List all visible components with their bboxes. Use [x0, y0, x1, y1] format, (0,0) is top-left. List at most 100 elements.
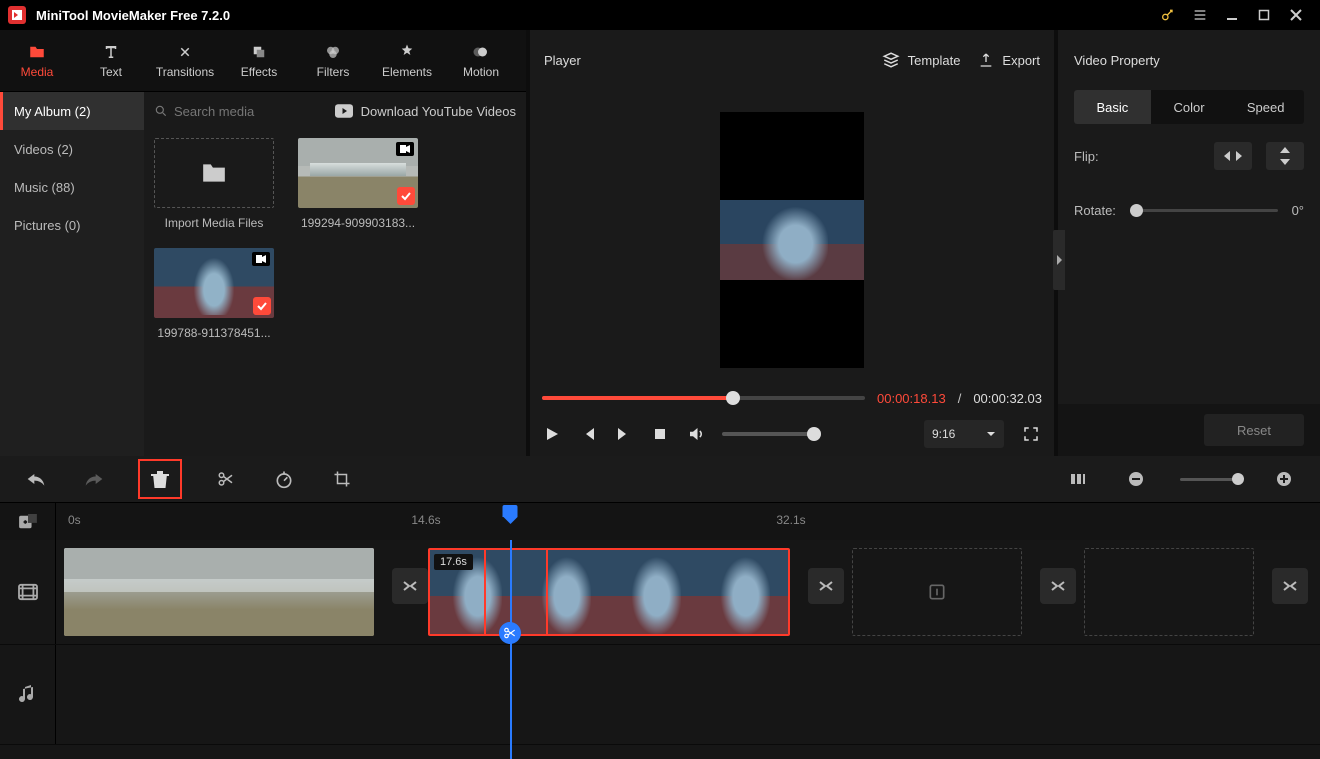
video-track-icon[interactable]: [0, 540, 56, 644]
tab-media[interactable]: Media: [0, 30, 74, 91]
export-button[interactable]: Export: [978, 52, 1040, 68]
panel-collapse-button[interactable]: [1053, 230, 1065, 290]
clip-duration-badge: 17.6s: [434, 554, 473, 570]
rotate-label: Rotate:: [1074, 203, 1116, 218]
sidebar-item-music[interactable]: Music (88): [0, 168, 144, 206]
preview-viewport[interactable]: [720, 112, 864, 368]
property-title: Video Property: [1058, 30, 1320, 90]
playhead-marker[interactable]: [503, 505, 518, 524]
rotate-value: 0°: [1292, 203, 1304, 218]
volume-slider[interactable]: [722, 432, 818, 436]
template-label: Template: [908, 53, 961, 68]
audio-track-icon[interactable]: [0, 645, 56, 744]
zoom-slider[interactable]: [1180, 478, 1240, 481]
tab-motion[interactable]: Motion: [444, 30, 518, 91]
media-item-1[interactable]: 199294-909903183...: [298, 138, 418, 230]
sidebar-item-videos[interactable]: Videos (2): [0, 130, 144, 168]
minimize-button[interactable]: [1216, 0, 1248, 30]
transition-slot-3[interactable]: [1040, 568, 1076, 604]
aspect-value: 9:16: [932, 427, 955, 441]
media-caption: 199788-911378451...: [154, 326, 274, 340]
tab-filters-label: Filters: [317, 65, 350, 79]
media-panel: Media Text Transitions Effects Filters E…: [0, 30, 530, 456]
property-tab-color[interactable]: Color: [1151, 90, 1228, 124]
menu-icon[interactable]: [1184, 0, 1216, 30]
time-duration: 00:00:32.03: [973, 391, 1042, 406]
prev-frame-button[interactable]: [578, 424, 598, 444]
check-icon: [253, 297, 271, 315]
tab-text-label: Text: [100, 65, 122, 79]
playback-scrubber[interactable]: [542, 396, 865, 400]
add-track-icon[interactable]: [0, 503, 56, 540]
timeline-tracks: 17.6s: [0, 540, 1320, 759]
media-thumbnail: [298, 138, 418, 208]
aspect-ratio-select[interactable]: 9:16: [924, 420, 1004, 448]
rotate-slider[interactable]: [1130, 209, 1278, 212]
flip-horizontal-button[interactable]: [1214, 142, 1252, 170]
preview-stage: [530, 90, 1054, 384]
fullscreen-button[interactable]: [1020, 423, 1042, 445]
media-caption: 199294-909903183...: [298, 216, 418, 230]
zoom-out-button[interactable]: [1122, 465, 1150, 493]
ruler-label: 32.1s: [776, 513, 805, 527]
template-button[interactable]: Template: [882, 51, 961, 69]
download-youtube-label: Download YouTube Videos: [361, 104, 516, 119]
tab-elements[interactable]: Elements: [370, 30, 444, 91]
download-youtube-button[interactable]: Download YouTube Videos: [335, 104, 516, 119]
crop-button[interactable]: [328, 465, 356, 493]
transition-slot-4[interactable]: [1272, 568, 1308, 604]
next-frame-button[interactable]: [614, 424, 634, 444]
playhead-line[interactable]: [510, 540, 512, 759]
stop-button[interactable]: [650, 424, 670, 444]
speed-button[interactable]: [270, 465, 298, 493]
timeline-clip-1[interactable]: [64, 548, 374, 636]
sidebar-item-pictures[interactable]: Pictures (0): [0, 206, 144, 244]
license-key-icon[interactable]: [1152, 0, 1184, 30]
property-tab-speed[interactable]: Speed: [1227, 90, 1304, 124]
check-icon: [397, 187, 415, 205]
fit-to-screen-button[interactable]: [1064, 465, 1092, 493]
clip-placeholder[interactable]: [1084, 548, 1254, 636]
delete-button[interactable]: [138, 459, 182, 499]
tab-text[interactable]: Text: [74, 30, 148, 91]
zoom-in-button[interactable]: [1270, 465, 1298, 493]
reset-button[interactable]: Reset: [1204, 414, 1304, 446]
undo-button[interactable]: [22, 465, 50, 493]
redo-button[interactable]: [80, 465, 108, 493]
tab-motion-label: Motion: [463, 65, 499, 79]
close-button[interactable]: [1280, 0, 1312, 30]
volume-icon[interactable]: [686, 424, 706, 444]
tab-elements-label: Elements: [382, 65, 432, 79]
flip-label: Flip:: [1074, 149, 1099, 164]
time-separator: /: [958, 391, 962, 406]
sidebar-item-my-album[interactable]: My Album (2): [0, 92, 144, 130]
media-topbar: Download YouTube Videos: [144, 92, 526, 130]
tab-filters[interactable]: Filters: [296, 30, 370, 91]
audio-track: [0, 645, 1320, 745]
ruler-label: 14.6s: [411, 513, 440, 527]
tool-tabs: Media Text Transitions Effects Filters E…: [0, 30, 526, 92]
transition-slot-1[interactable]: [392, 568, 428, 604]
maximize-button[interactable]: [1248, 0, 1280, 30]
transition-slot-2[interactable]: [808, 568, 844, 604]
video-badge-icon: [396, 142, 414, 156]
app-title: MiniTool MovieMaker Free 7.2.0: [36, 8, 230, 23]
tab-transitions[interactable]: Transitions: [148, 30, 222, 91]
timeline-clip-2[interactable]: 17.6s: [428, 548, 790, 636]
split-button[interactable]: [212, 465, 240, 493]
timeline-ruler[interactable]: 0s 14.6s 32.1s: [0, 502, 1320, 540]
timeline-toolbar: [0, 456, 1320, 502]
tab-effects[interactable]: Effects: [222, 30, 296, 91]
property-panel: Video Property Basic Color Speed Flip: R…: [1058, 30, 1320, 456]
property-tab-basic[interactable]: Basic: [1074, 90, 1151, 124]
media-item-2[interactable]: 199788-911378451...: [154, 248, 274, 340]
search-media[interactable]: [154, 104, 294, 119]
play-button[interactable]: [542, 424, 562, 444]
clip-placeholder[interactable]: [852, 548, 1022, 636]
search-input[interactable]: [174, 104, 294, 119]
import-caption: Import Media Files: [154, 216, 274, 230]
flip-vertical-button[interactable]: [1266, 142, 1304, 170]
import-media-tile[interactable]: Import Media Files: [154, 138, 274, 230]
scissors-icon[interactable]: [499, 622, 521, 644]
tab-media-label: Media: [21, 65, 54, 79]
